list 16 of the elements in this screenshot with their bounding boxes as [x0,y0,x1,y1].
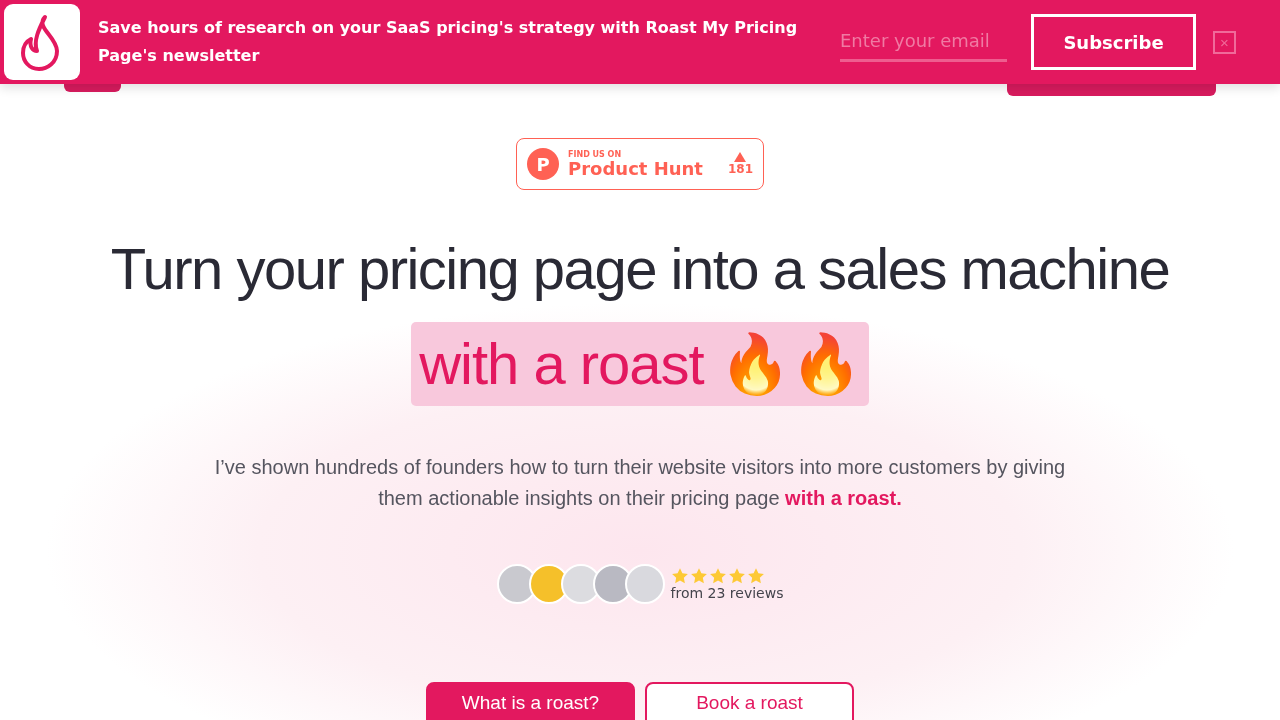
what-is-roast-button[interactable]: What is a roast? [426,682,635,720]
review-count: from 23 reviews [670,585,784,601]
book-roast-button[interactable]: Book a roast [645,682,854,720]
email-field[interactable]: Enter your email [840,22,1007,62]
badge-caption: FIND US ON [568,149,623,159]
intro-paragraph: I’ve shown hundreds of founders how to turn their website visitors into more customers by giving them actionable insights on their pricing page with a roast. [213,455,1067,511]
upvote-icon [734,152,747,162]
vote-count: 181 [727,162,753,176]
headline: Turn your pricing page into a sales machine [110,235,1170,303]
product-hunt-logo: P [527,148,559,180]
badge-title: Product Hunt [568,158,703,179]
flame-logo-icon [4,4,80,80]
subscribe-button[interactable]: Subscribe [1031,14,1196,70]
highlighted-headline: with a roast 🔥🔥 [411,322,869,406]
product-hunt-badge[interactable]: P FIND US ON Product Hunt 181 [516,138,764,190]
banner-message: Save hours of research on your SaaS pricing's strategy with Roast My Pricing Page's newsletter [98,17,799,67]
